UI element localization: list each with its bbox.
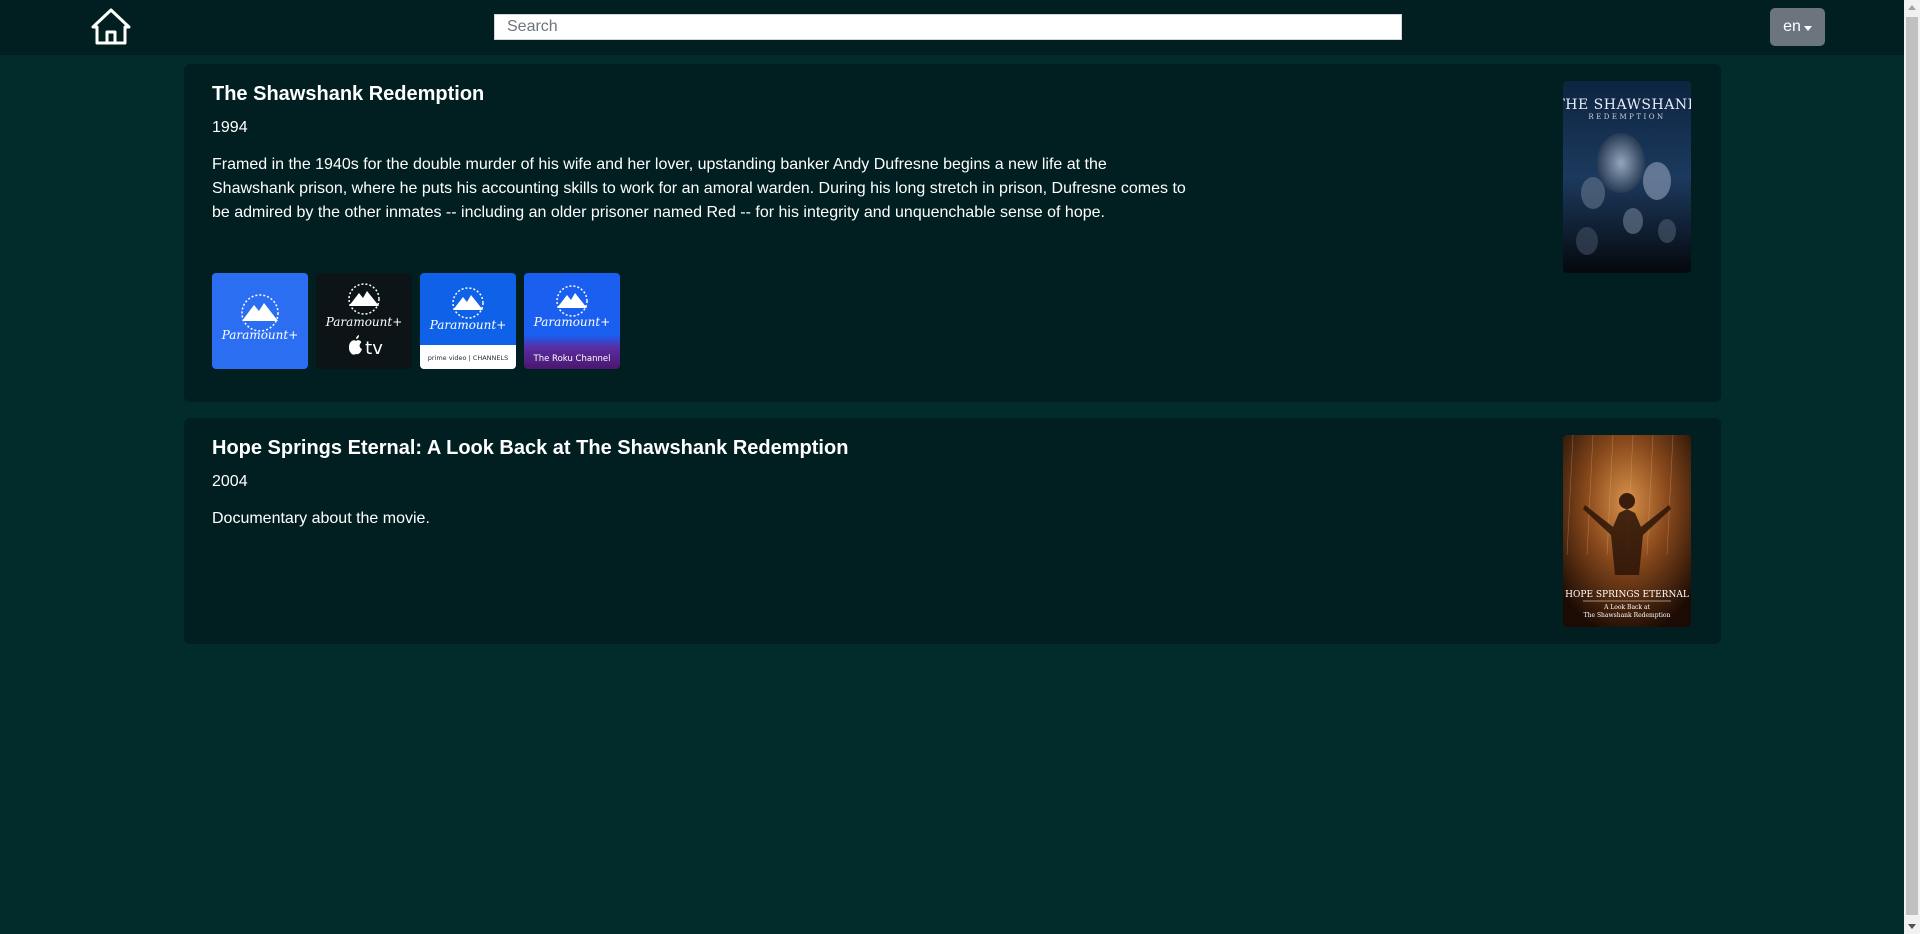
provider-logo-text: Paramount+ xyxy=(533,315,611,329)
top-navbar: en xyxy=(0,0,1904,55)
search-input[interactable] xyxy=(494,14,1402,40)
movie-overview: Documentary about the movie. xyxy=(212,510,430,527)
movie-poster[interactable]: HOPE SPRINGS ETERNAL A Look Back at The … xyxy=(1563,435,1691,627)
scrollbar-thumb[interactable] xyxy=(1906,17,1918,915)
poster-title-text: HOPE SPRINGS ETERNAL xyxy=(1565,590,1689,600)
movie-year: 2004 xyxy=(212,473,248,490)
movie-poster-image: HOPE SPRINGS ETERNAL A Look Back at The … xyxy=(1563,435,1691,627)
provider-logo-text: Paramount+ xyxy=(325,315,403,329)
provider-extra-text: tv xyxy=(365,338,383,359)
provider-paramount-plus[interactable]: Paramount+ xyxy=(212,273,308,369)
movie-card: The Shawshank Redemption 1994 Framed in … xyxy=(184,64,1721,402)
paramount-plus-amazon-channel-logo-icon: Paramount+ prime video | CHANNELS xyxy=(420,273,516,369)
movie-poster[interactable]: THE SHAWSHANK REDEMPTION xyxy=(1563,81,1691,273)
provider-logo-text: Paramount+ xyxy=(221,328,299,342)
home-icon xyxy=(91,8,131,45)
paramount-plus-logo-icon: Paramount+ xyxy=(212,273,308,369)
poster-subtitle-text: REDEMPTION xyxy=(1588,113,1665,121)
poster-line2-text: A Look Back at xyxy=(1603,604,1650,611)
movie-year: 1994 xyxy=(212,119,248,136)
movie-card: Hope Springs Eternal: A Look Back at The… xyxy=(184,418,1721,644)
poster-line3-text: The Shawshank Redemption xyxy=(1584,612,1671,619)
provider-extra-text: The Roku Channel xyxy=(533,354,611,364)
poster-title-text: THE SHAWSHANK xyxy=(1563,97,1691,113)
paramount-plus-apple-tv-logo-icon: Paramount+ tv xyxy=(316,273,412,369)
chevron-down-icon xyxy=(1803,25,1812,31)
movie-poster-image: THE SHAWSHANK REDEMPTION xyxy=(1563,81,1691,273)
paramount-plus-roku-channel-logo-icon: Paramount+ The Roku Channel xyxy=(524,273,620,369)
streaming-providers: Paramount+ Paramount+ tv Paramount+ prim… xyxy=(212,273,620,369)
provider-paramount-plus-amazon-channel[interactable]: Paramount+ prime video | CHANNELS xyxy=(420,273,516,369)
language-label: en xyxy=(1783,18,1801,35)
provider-paramount-plus-roku-channel[interactable]: Paramount+ The Roku Channel xyxy=(524,273,620,369)
provider-paramount-plus-apple-tv[interactable]: Paramount+ tv xyxy=(316,273,412,369)
scroll-up-arrow-icon[interactable] xyxy=(1908,5,1916,10)
language-dropdown-button[interactable]: en xyxy=(1770,8,1825,46)
movie-overview: Framed in the 1940s for the double murde… xyxy=(212,156,1186,221)
scroll-down-arrow-icon[interactable] xyxy=(1908,924,1916,929)
home-button[interactable] xyxy=(90,8,132,46)
provider-logo-text: Paramount+ xyxy=(429,318,507,332)
movie-title[interactable]: Hope Springs Eternal: A Look Back at The… xyxy=(212,436,848,460)
movie-title[interactable]: The Shawshank Redemption xyxy=(212,82,484,106)
provider-extra-text: prime video | CHANNELS xyxy=(428,354,509,362)
vertical-scrollbar[interactable] xyxy=(1904,0,1920,934)
